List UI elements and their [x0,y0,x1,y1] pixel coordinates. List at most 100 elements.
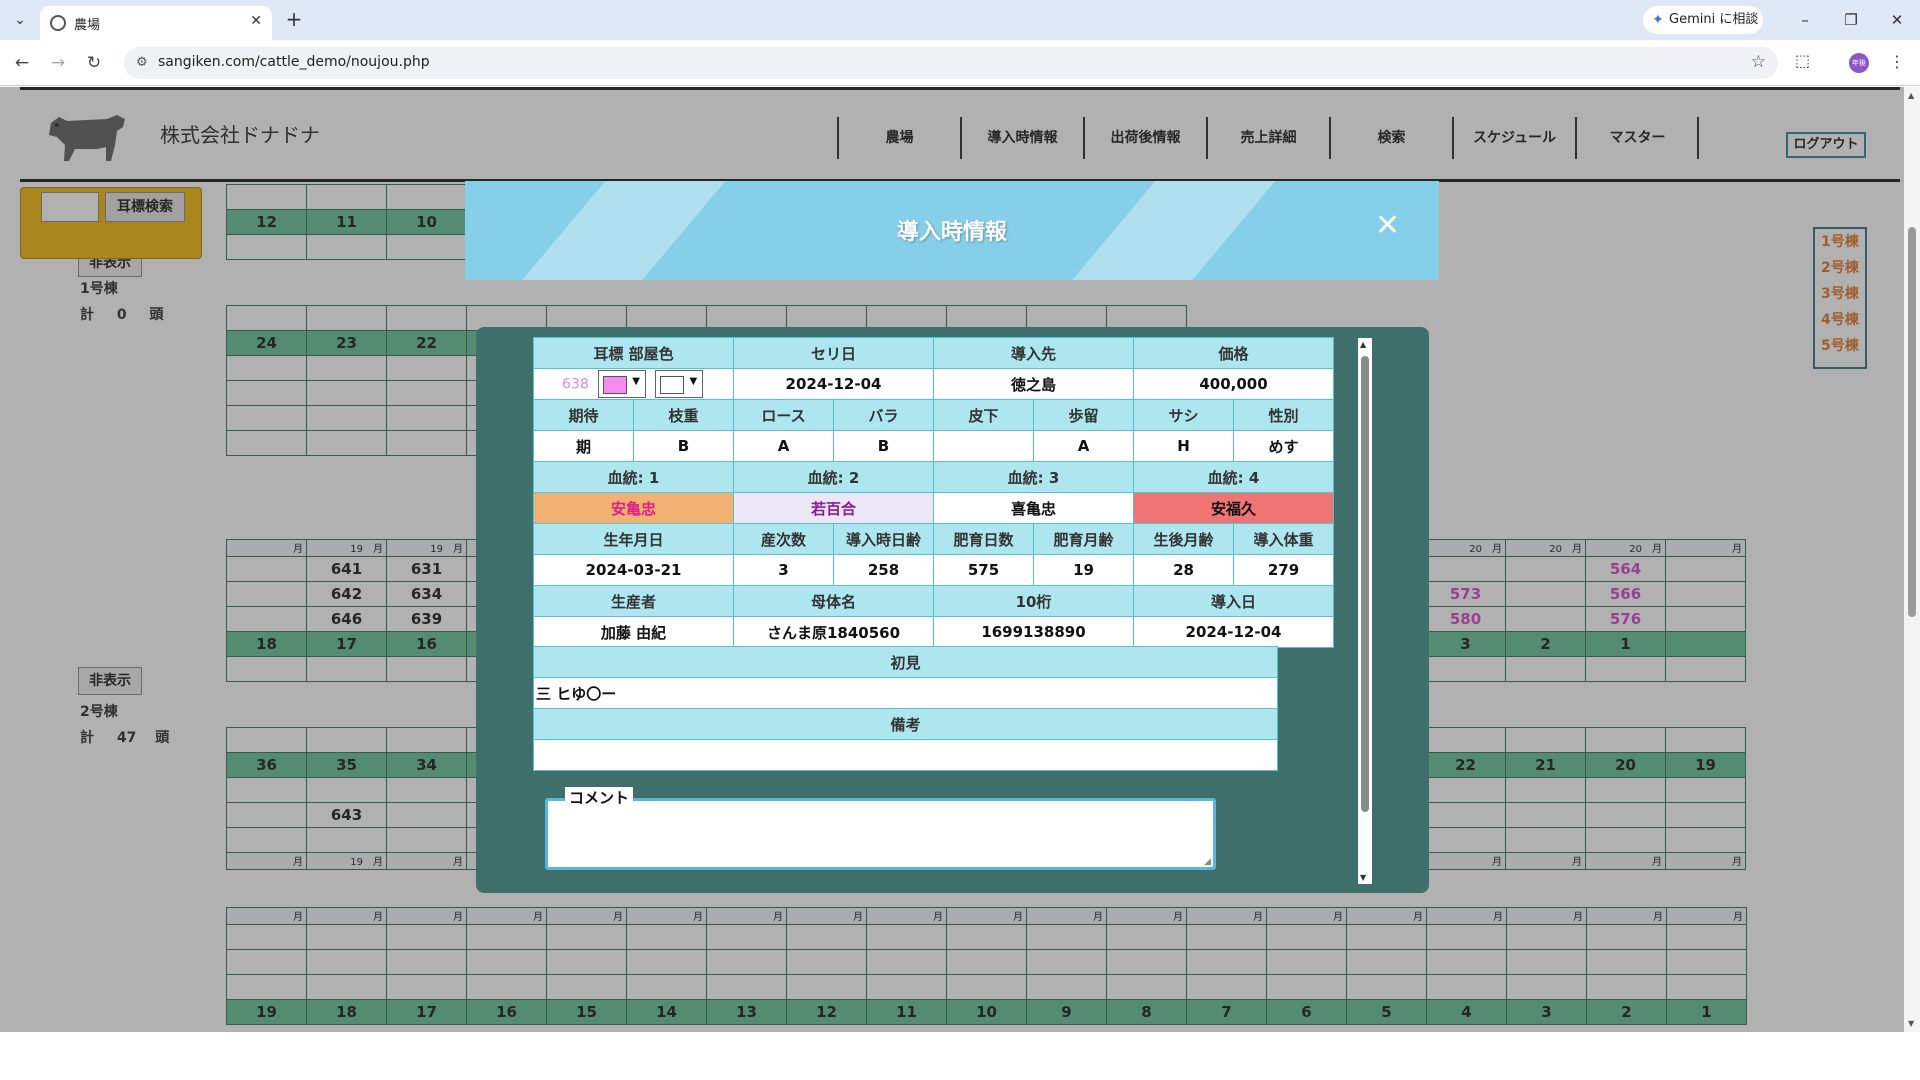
dropdown-arrow-icon: ▼ [689,376,698,387]
header-intake-weight: 導入体重 [1233,523,1334,555]
subcutaneous-value [933,430,1034,462]
intake-age-days-value: 258 [833,554,934,586]
omnibox[interactable]: ⚙ sangiken.com/cattle_demo/noujou.php ☆ [124,47,1778,79]
10-digit-id-value: 1699138890 [933,616,1134,648]
back-icon[interactable]: ← [10,51,34,75]
marbling-value: H [1133,430,1234,462]
header-10-digit-id: 10桁 [933,585,1134,617]
scrollbar-thumb[interactable] [1908,227,1916,617]
lineage-1-value: 安亀忠 [533,492,734,524]
modal-title: 導入時情報 [896,220,1007,245]
header-intake-age-days: 導入時日齢 [833,523,934,555]
comment-textarea[interactable]: ◢ [545,798,1216,870]
sex-value: めす [1233,430,1334,462]
address-bar: ← → ↻ ⚙ sangiken.com/cattle_demo/noujou.… [0,40,1920,86]
header-intake-date: 導入日 [1133,585,1334,617]
header-fattening-days: 肥育日数 [933,523,1034,555]
carcass-weight-value: B [633,430,734,462]
page-scrollbar[interactable]: ▲ ▼ [1904,87,1920,1032]
first-view-value: 三 ヒゆ〇ー [533,677,1278,709]
header-eartag-room: 耳標 部屋色 [533,337,734,369]
loin-value: A [733,430,834,462]
header-yield: 歩留 [1033,399,1134,431]
header-first-view: 初見 [533,646,1278,678]
header-dam-name: 母体名 [733,585,934,617]
parity-value: 3 [733,554,834,586]
header-parity: 産次数 [733,523,834,555]
restore-icon[interactable]: ❐ [1836,8,1866,32]
tab-list-icon[interactable]: ⌄ [8,8,32,32]
room-color-select-2[interactable]: ▼ [655,370,704,398]
new-tab-icon[interactable]: + [282,8,306,32]
bookmark-star-icon[interactable]: ☆ [1751,52,1766,72]
lineage-2-value: 若百合 [733,492,934,524]
intake-date-value: 2024-12-04 [1133,616,1334,648]
intake-info-table: 耳標 部屋色 セリ日 導入先 価格 638 ▼ ▼ 2024-12-04 徳之島… [533,337,1334,648]
url-text[interactable]: sangiken.com/cattle_demo/noujou.php [158,54,430,70]
dam-name-value: さんま原1840560 [733,616,934,648]
age-months-value: 28 [1133,554,1234,586]
scroll-up-icon[interactable]: ▲ [1360,340,1366,349]
header-auction-date: セリ日 [733,337,934,369]
resize-grip-icon[interactable]: ◢ [1204,857,1211,867]
scroll-down-icon[interactable]: ▼ [1908,1019,1914,1028]
minimize-icon[interactable]: – [1790,8,1820,32]
header-producer: 生産者 [533,585,734,617]
intake-weight-value: 279 [1233,554,1334,586]
window-close-icon[interactable]: ✕ [1882,8,1912,32]
modal-scrollbar-thumb[interactable] [1361,356,1369,812]
lineage-4-value: 安福久 [1133,492,1334,524]
color-swatch [660,376,685,394]
header-loin: ロース [733,399,834,431]
gemini-button[interactable]: ✦ Gemini に相談 [1643,6,1763,34]
fattening-days-value: 575 [933,554,1034,586]
header-lineage-2: 血統: 2 [733,461,934,493]
scroll-up-icon[interactable]: ▲ [1908,91,1914,100]
header-lineage-1: 血統: 1 [533,461,734,493]
dropdown-arrow-icon: ▼ [632,376,640,387]
header-rib: バラ [833,399,934,431]
browser-tab[interactable]: 農場 ✕ [40,6,272,40]
gemini-label: Gemini に相談 [1669,12,1759,27]
notes-table: 初見 三 ヒゆ〇ー 備考 [533,646,1278,771]
comment-label: コメント [565,787,634,808]
header-lineage-3: 血統: 3 [933,461,1134,493]
room-color-select-1[interactable]: ▼ [597,370,646,398]
site-info-icon[interactable]: ⚙ [136,55,148,70]
header-sex: 性別 [1233,399,1334,431]
extensions-icon[interactable]: ⬚ [1795,51,1810,70]
source-value: 徳之島 [933,368,1134,400]
header-price: 価格 [1133,337,1334,369]
browser-tabbar: ⌄ 農場 ✕ + ✦ Gemini に相談 – ❐ ✕ [0,0,1920,40]
header-carcass-weight: 枝重 [633,399,734,431]
header-source: 導入先 [933,337,1134,369]
header-subcutaneous: 皮下 [933,399,1034,431]
modal-header: 導入時情報 ✕ [465,181,1439,280]
close-tab-icon[interactable]: ✕ [250,13,262,29]
close-icon[interactable]: ✕ [1375,211,1400,241]
header-remarks: 備考 [533,708,1278,740]
fattening-months-value: 19 [1033,554,1134,586]
rib-value: B [833,430,934,462]
remarks-value [533,739,1278,771]
reload-icon[interactable]: ↻ [82,51,106,75]
ear-tag-number: 638 [562,376,589,393]
forward-icon[interactable]: → [46,51,70,75]
menu-dots-icon[interactable]: ⋮ [1889,52,1905,71]
yield-value: A [1033,430,1134,462]
header-expectation: 期待 [533,399,634,431]
birth-date-value: 2024-03-21 [533,554,734,586]
profile-avatar[interactable]: 年後 [1849,53,1869,73]
modal-scrollbar[interactable]: ▲ ▼ [1358,338,1372,884]
price-value: 400,000 [1133,368,1334,400]
header-marbling: サシ [1133,399,1234,431]
producer-value: 加藤 由紀 [533,616,734,648]
expectation-value: 期 [533,430,634,462]
lineage-3-value: 喜亀忠 [933,492,1134,524]
gemini-spark-icon: ✦ [1652,12,1664,28]
header-age-months: 生後月齢 [1133,523,1234,555]
color-swatch [602,376,627,394]
header-fattening-months: 肥育月齢 [1033,523,1134,555]
scroll-down-icon[interactable]: ▼ [1360,873,1366,882]
auction-date-value: 2024-12-04 [733,368,934,400]
